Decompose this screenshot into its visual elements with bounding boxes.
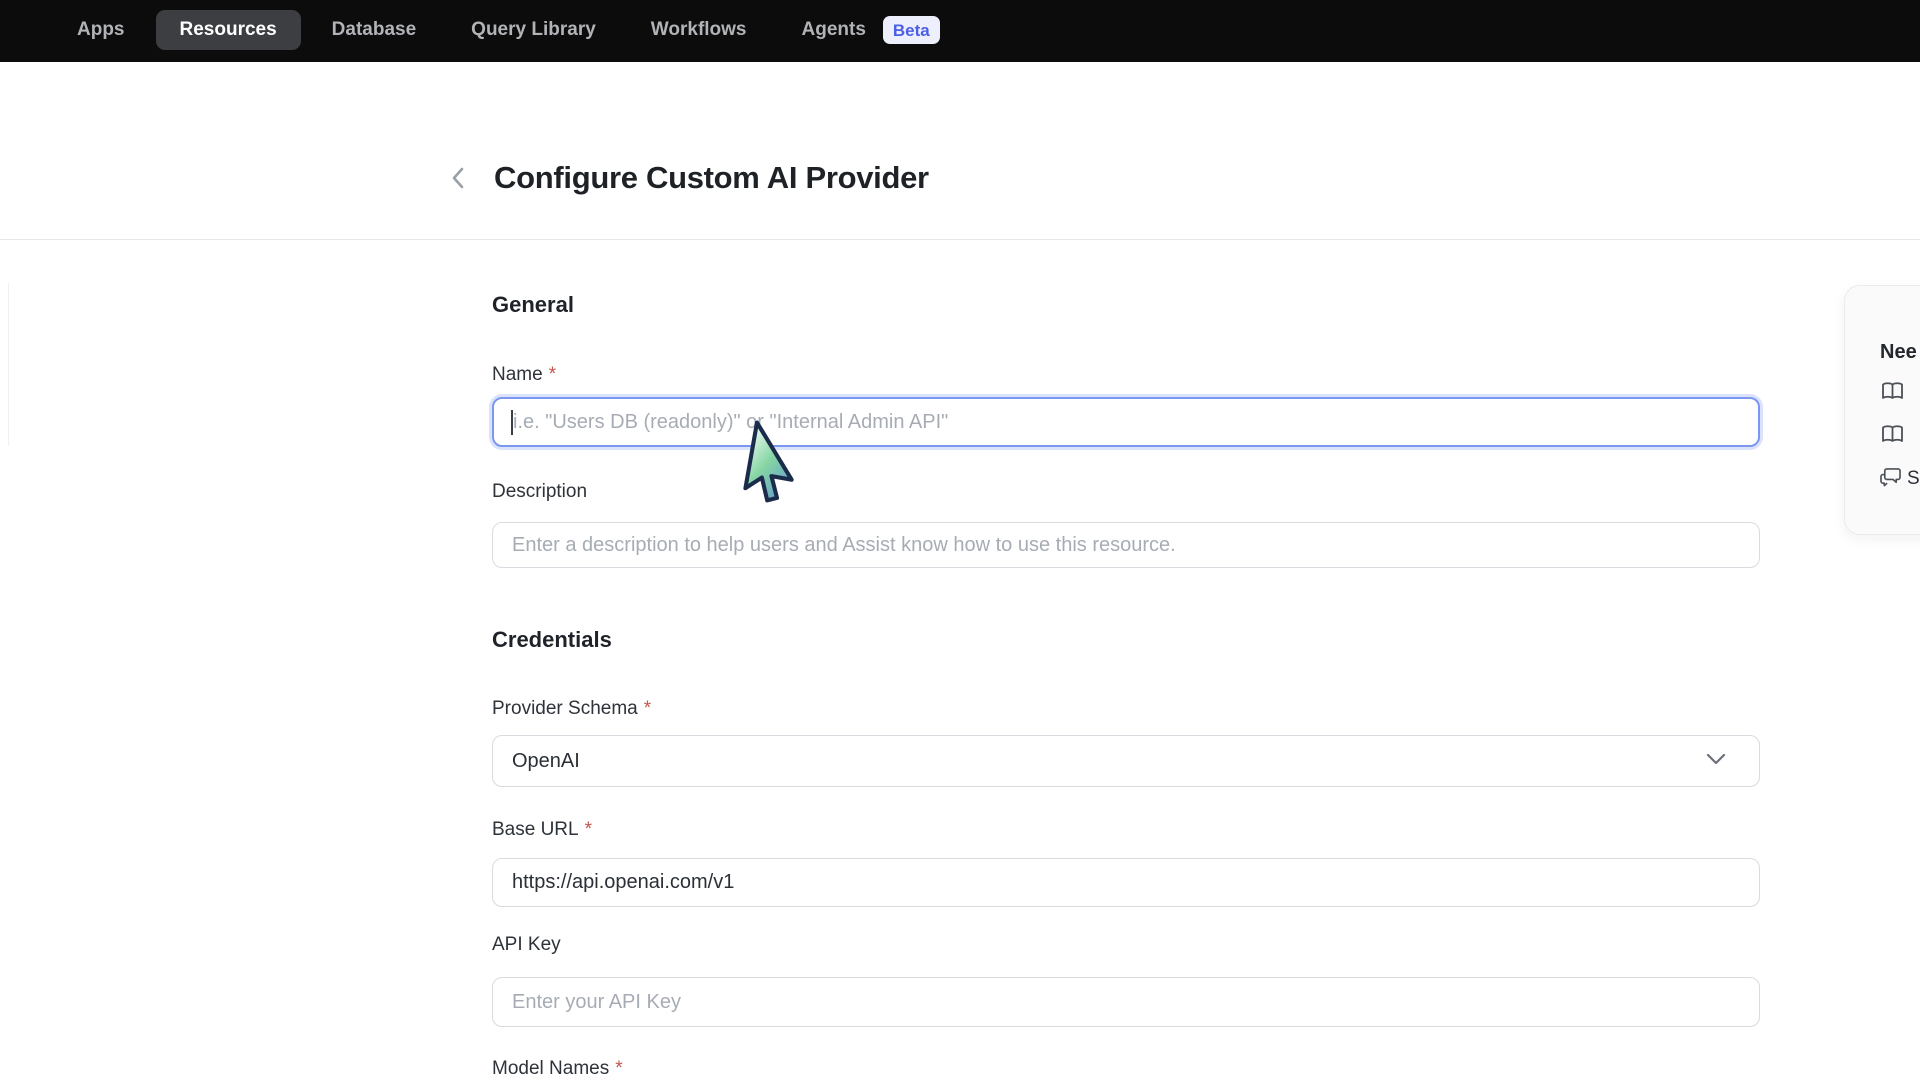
help-link-label: S: [1907, 468, 1920, 490]
description-field-label: Description: [492, 480, 1760, 504]
help-link-support[interactable]: S: [1880, 466, 1920, 492]
required-asterisk: *: [615, 1058, 622, 1079]
chevron-left-icon: [451, 167, 465, 194]
help-panel: Nee S: [1844, 285, 1920, 535]
left-page-edge: [0, 283, 9, 446]
required-asterisk: *: [644, 698, 651, 719]
text-caret: [511, 410, 513, 435]
nav-item-workflows[interactable]: Workflows: [651, 12, 747, 48]
description-label-text: Description: [492, 481, 587, 502]
provider-schema-select[interactable]: OpenAI: [492, 735, 1760, 787]
top-nav-bar: Apps Resources Database Query Library Wo…: [0, 0, 1920, 62]
book-icon: [1880, 422, 1905, 451]
model-names-field-label: Model Names *: [492, 1057, 1760, 1081]
help-panel-heading: Nee: [1880, 341, 1920, 363]
chat-icon: [1880, 467, 1901, 492]
required-asterisk: *: [585, 819, 592, 840]
help-link-docs-2[interactable]: [1880, 423, 1920, 449]
nav-list: Apps Resources Database Query Library Wo…: [77, 10, 940, 50]
name-field-label: Name *: [492, 363, 1760, 387]
base-url-field-label: Base URL *: [492, 818, 1760, 842]
api-key-field-label: API Key: [492, 933, 1760, 957]
name-input[interactable]: [492, 397, 1760, 447]
book-icon: [1880, 379, 1905, 408]
nav-item-database[interactable]: Database: [332, 12, 417, 48]
nav-item-agents[interactable]: Agents Beta: [802, 12, 940, 48]
section-heading-general: General: [492, 292, 1760, 318]
back-button[interactable]: [447, 168, 469, 192]
base-url-label-text: Base URL: [492, 819, 579, 840]
model-names-label-text: Model Names: [492, 1058, 609, 1079]
nav-item-resources[interactable]: Resources: [156, 10, 301, 50]
provider-schema-label-text: Provider Schema: [492, 698, 638, 719]
help-link-docs-1[interactable]: [1880, 380, 1920, 406]
nav-item-query-library[interactable]: Query Library: [471, 12, 596, 48]
base-url-input[interactable]: [492, 858, 1760, 907]
provider-schema-field-label: Provider Schema *: [492, 697, 1760, 721]
name-label-text: Name: [492, 364, 543, 385]
description-input[interactable]: [492, 522, 1760, 568]
required-asterisk: *: [549, 364, 556, 385]
nav-item-apps[interactable]: Apps: [77, 12, 125, 48]
api-key-label-text: API Key: [492, 934, 561, 955]
section-heading-credentials: Credentials: [492, 627, 1760, 653]
nav-item-agents-label: Agents: [802, 12, 866, 48]
provider-schema-selected-value: OpenAI: [512, 750, 580, 773]
chevron-down-icon: [1706, 752, 1740, 770]
beta-badge: Beta: [883, 16, 940, 44]
api-key-input[interactable]: [492, 977, 1760, 1027]
provider-form: General Name * Description Credentials Pr…: [492, 239, 1760, 1081]
page-title: Configure Custom AI Provider: [494, 160, 929, 196]
